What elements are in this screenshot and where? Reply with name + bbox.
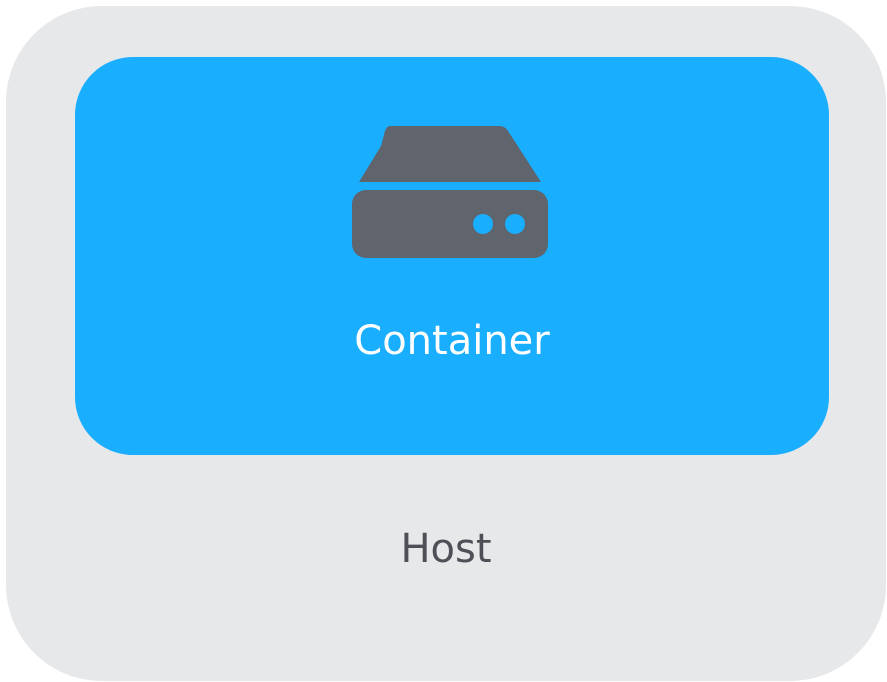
container-label: Container xyxy=(354,318,550,364)
host-box: Container Host xyxy=(6,6,886,681)
container-box: Container xyxy=(75,57,829,455)
server-icon xyxy=(352,126,548,258)
host-label: Host xyxy=(400,526,492,572)
